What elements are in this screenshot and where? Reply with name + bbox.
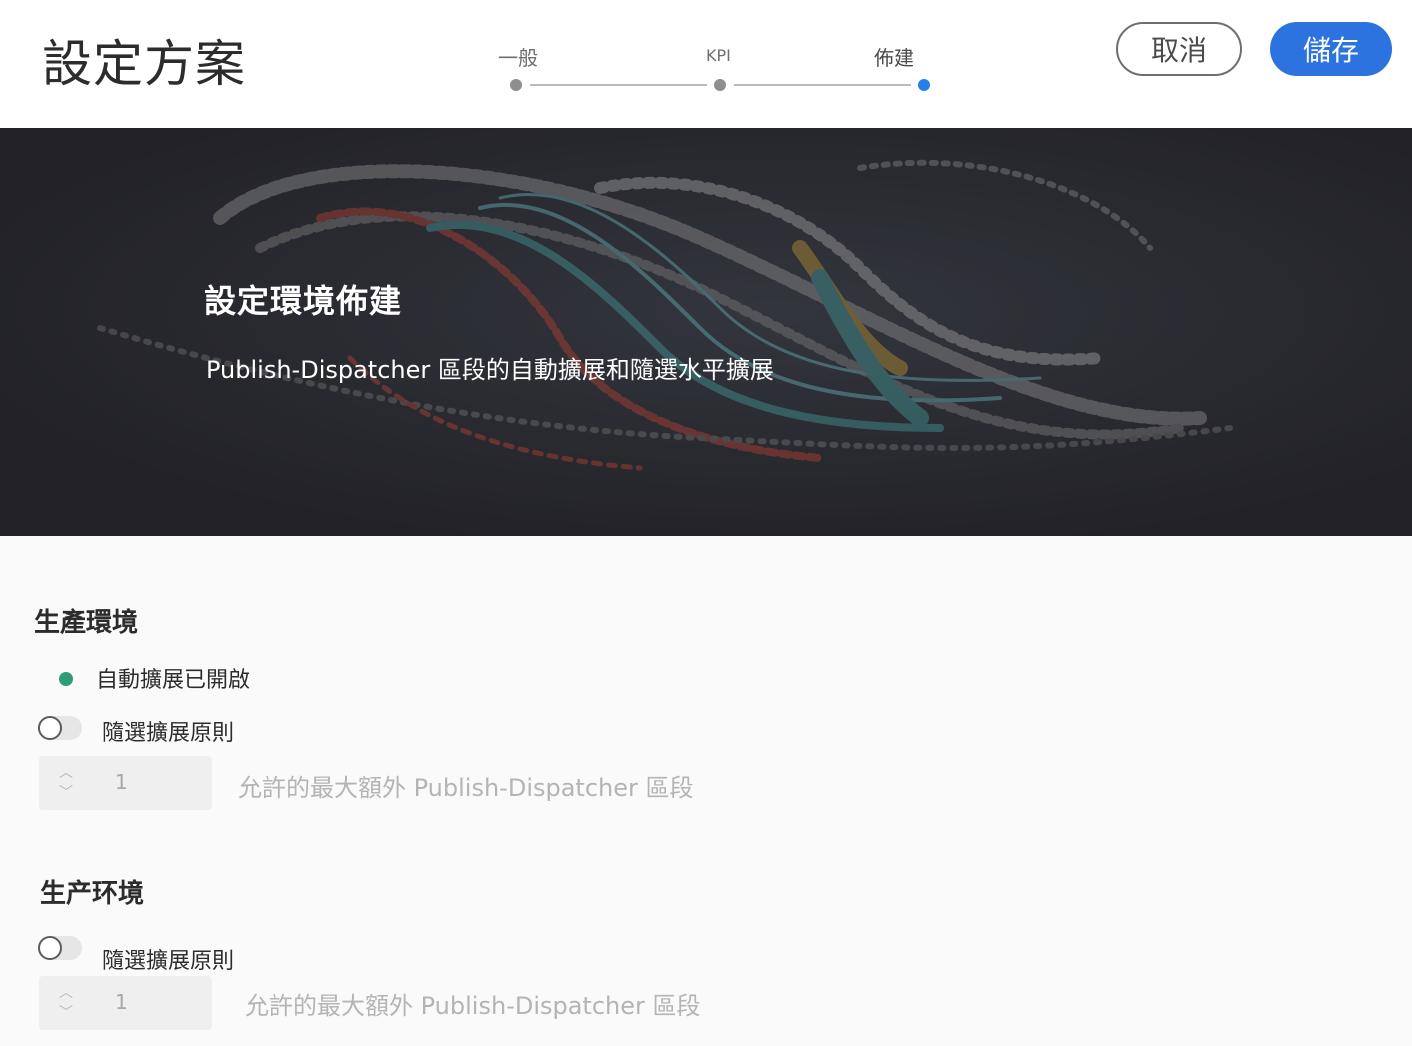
progress-stepper: 一般 KPI 佈建: [490, 38, 940, 98]
on-demand-scaling-toggle[interactable]: [38, 716, 82, 740]
hero-title: 設定環境佈建: [204, 282, 403, 320]
header-bar: 設定方案 一般 KPI 佈建 取消 儲存: [0, 0, 1412, 128]
step-dot-kpi[interactable]: [714, 79, 726, 91]
step-connector: [530, 84, 707, 86]
hero-subtitle: Publish-Dispatcher 區段的自動擴展和隨選水平擴展: [206, 356, 774, 384]
step-label-provisioning: 佈建: [874, 46, 914, 70]
toggle-knob: [38, 936, 62, 960]
section-title-production: 生產環境: [34, 608, 139, 638]
max-segments-stepper[interactable]: ︿ ﹀ 1: [39, 976, 212, 1030]
save-button[interactable]: 儲存: [1270, 22, 1392, 76]
step-connector: [734, 84, 911, 86]
status-dot-icon: [59, 672, 73, 686]
on-demand-scaling-label: 隨選擴展原則: [102, 721, 235, 746]
step-label-general: 一般: [498, 46, 538, 70]
chevron-up-icon[interactable]: ︿: [59, 986, 73, 1000]
chevron-up-icon[interactable]: ︿: [59, 766, 73, 780]
max-segments-hint: 允許的最大額外 Publish-Dispatcher 區段: [238, 774, 694, 802]
max-segments-hint: 允許的最大額外 Publish-Dispatcher 區段: [245, 992, 701, 1020]
stepper-value[interactable]: 1: [115, 770, 128, 794]
max-segments-stepper[interactable]: ︿ ﹀ 1: [39, 756, 212, 810]
section-title-production-2: 生产环境: [40, 879, 145, 909]
page-title: 設定方案: [42, 35, 246, 93]
cancel-button[interactable]: 取消: [1116, 22, 1242, 76]
toggle-knob: [38, 716, 62, 740]
chevron-down-icon[interactable]: ﹀: [59, 786, 73, 800]
autoscale-status-text: 自動擴展已開啟: [96, 668, 251, 693]
on-demand-scaling-label: 隨選擴展原則: [102, 949, 235, 974]
chevron-down-icon[interactable]: ﹀: [59, 1006, 73, 1020]
hero-banner: 設定環境佈建 Publish-Dispatcher 區段的自動擴展和隨選水平擴展: [0, 128, 1412, 536]
hero-background-image: [0, 128, 1412, 536]
stepper-value[interactable]: 1: [115, 990, 128, 1014]
on-demand-scaling-toggle[interactable]: [38, 936, 82, 960]
step-label-kpi: KPI: [706, 46, 731, 65]
step-dot-provisioning[interactable]: [918, 79, 930, 91]
step-dot-general[interactable]: [510, 79, 522, 91]
